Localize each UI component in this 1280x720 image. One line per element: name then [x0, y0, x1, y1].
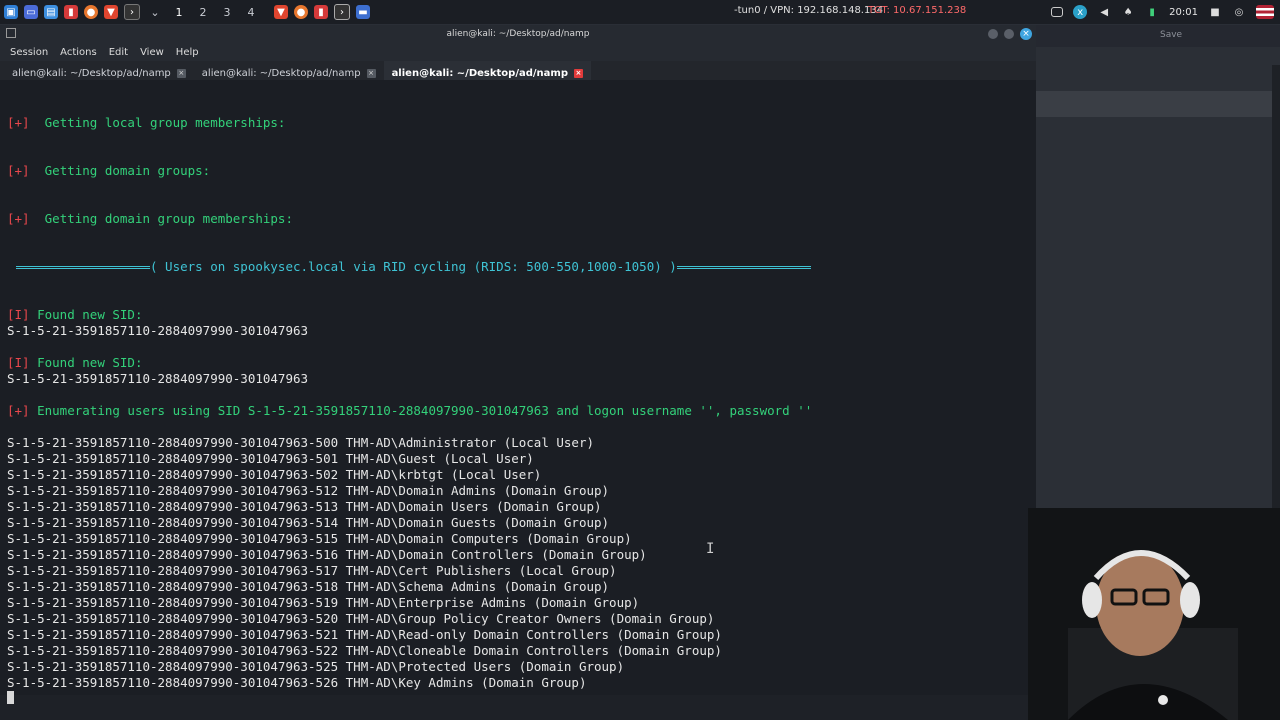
tab-close-icon[interactable]: ×	[573, 68, 583, 78]
banner-text: ( Users on spookysec.local via RID cycli…	[150, 259, 677, 274]
user-entry-line: S-1-5-21-3591857110-2884097990-301047963…	[7, 595, 640, 610]
output-line: [I] Found new SID:	[7, 307, 142, 323]
notification-bell-icon[interactable]: ♠	[1121, 5, 1135, 19]
menu-session[interactable]: Session	[10, 47, 48, 58]
firefox-icon[interactable]: ●	[84, 5, 98, 19]
user-entry-line: S-1-5-21-3591857110-2884097990-301047963…	[7, 643, 722, 658]
volume-icon[interactable]: ◀	[1097, 5, 1111, 19]
firefox-task-icon[interactable]: ●	[294, 5, 308, 19]
output-line: [+] Enumerating users using SID S-1-5-21…	[7, 403, 812, 419]
user-entry-line: S-1-5-21-3591857110-2884097990-301047963…	[7, 659, 625, 674]
user-entry-line: S-1-5-21-3591857110-2884097990-301047963…	[7, 531, 632, 546]
window-menu-icon[interactable]	[6, 28, 16, 38]
selected-row[interactable]	[1036, 91, 1274, 117]
workspace-2[interactable]: 2	[194, 6, 212, 19]
maximize-button[interactable]	[1004, 29, 1014, 39]
menu-actions[interactable]: Actions	[60, 47, 97, 58]
user-entry-line: S-1-5-21-3591857110-2884097990-301047963…	[7, 579, 610, 594]
desktop-icon[interactable]: ▭	[24, 5, 38, 19]
user-entry-line: S-1-5-21-3591857110-2884097990-301047963…	[7, 563, 617, 578]
streamer-webcam-image	[1028, 508, 1280, 720]
status-marker: [+]	[7, 163, 30, 178]
terminal-task-icon[interactable]: ›	[334, 4, 350, 20]
status-marker: [+]	[7, 211, 30, 226]
terminal-output[interactable]: [+] Getting local group memberships: [+]…	[0, 80, 1030, 695]
workspace-3[interactable]: 3	[218, 6, 236, 19]
window-titlebar[interactable]: alien@kali: ~/Desktop/ad/namp ×	[0, 25, 1036, 43]
enum-text: Enumerating users using SID S-1-5-21-359…	[37, 403, 813, 418]
user-entry-line: S-1-5-21-3591857110-2884097990-301047963…	[7, 467, 542, 482]
workspace-1[interactable]: 1	[170, 6, 188, 19]
files-icon[interactable]: ▤	[44, 5, 58, 19]
section-header: Getting domain groups:	[44, 163, 211, 178]
clock: 20:01	[1169, 6, 1198, 18]
terminal-icon[interactable]: ›	[124, 4, 140, 20]
minimize-button[interactable]	[988, 29, 998, 39]
menu-help[interactable]: Help	[176, 47, 199, 58]
user-entry-line: S-1-5-21-3591857110-2884097990-301047963…	[7, 611, 715, 626]
status-marker: [I]	[7, 355, 30, 370]
user-entry-line: S-1-5-21-3591857110-2884097990-301047963…	[7, 499, 602, 514]
xfce-icon[interactable]: x	[1073, 5, 1088, 19]
menu-edit[interactable]: Edit	[109, 47, 128, 58]
target-ip: TGT: 10.67.151.238	[868, 5, 967, 16]
terminal-cursor	[7, 691, 14, 704]
mouse-ibeam-icon: I	[706, 541, 715, 557]
user-entry-line: S-1-5-21-3591857110-2884097990-301047963…	[7, 547, 647, 562]
menu-bar: Session Actions Edit View Help	[0, 43, 1036, 61]
workspace-4[interactable]: 4	[242, 6, 260, 19]
tab-label: alien@kali: ~/Desktop/ad/namp	[391, 67, 568, 79]
vpn-status: -tun0 / VPN: 192.168.148.134	[734, 5, 884, 16]
folder-task-icon[interactable]: ▬	[356, 5, 370, 19]
top-taskbar: ▣ ▭ ▤ ▮ ● ▼ › ⌄ 1 2 3 4 ▼ ● ▮ › ▬ -tun0 …	[0, 0, 1280, 25]
pdf-task-icon[interactable]: ▮	[314, 5, 328, 19]
user-entry-line: S-1-5-21-3591857110-2884097990-301047963…	[7, 515, 610, 530]
status-marker: [+]	[7, 115, 30, 130]
battery-icon: ▮	[1149, 6, 1155, 18]
output-line: [+] Getting local group memberships:	[7, 115, 285, 131]
section-banner: ( Users on spookysec.local via RID cycli…	[16, 259, 811, 275]
output-line: [+] Getting domain group memberships:	[7, 211, 293, 227]
browser-icon[interactable]: ◎	[1232, 5, 1246, 19]
document-icon[interactable]: ▮	[64, 5, 78, 19]
status-marker: [+]	[7, 403, 30, 418]
user-entry-line: S-1-5-21-3591857110-2884097990-301047963…	[7, 675, 587, 690]
found-sid-label: Found new SID:	[37, 307, 143, 322]
user-entry-line: S-1-5-21-3591857110-2884097990-301047963…	[7, 483, 610, 498]
tab-label: alien@kali: ~/Desktop/ad/namp	[201, 67, 361, 79]
panel-toolbar: Save	[1036, 25, 1280, 47]
banner-rule	[676, 265, 811, 270]
brave-task-icon[interactable]: ▼	[274, 5, 288, 19]
user-entry-line: S-1-5-21-3591857110-2884097990-301047963…	[7, 627, 722, 642]
found-sid-label: Found new SID:	[37, 355, 143, 370]
status-marker: [I]	[7, 307, 30, 322]
brave-icon[interactable]: ▼	[104, 5, 118, 19]
tab-label: alien@kali: ~/Desktop/ad/namp	[12, 67, 171, 79]
section-header: Getting local group memberships:	[44, 115, 286, 130]
sid-line: S-1-5-21-3591857110-2884097990-301047963	[7, 371, 309, 386]
user-entry-line: S-1-5-21-3591857110-2884097990-301047963…	[7, 435, 594, 450]
flag-icon[interactable]	[1256, 5, 1274, 19]
kali-menu-icon[interactable]: ▣	[4, 5, 18, 19]
tab-close-icon[interactable]: ×	[176, 68, 186, 78]
output-line: [I] Found new SID:	[7, 355, 142, 371]
workspace-switcher-chevron-icon[interactable]: ⌄	[146, 6, 164, 19]
menu-view[interactable]: View	[140, 47, 164, 58]
banner-rule	[16, 265, 150, 270]
save-button[interactable]: Save	[1160, 30, 1182, 40]
webcam-overlay	[1028, 508, 1280, 720]
output-line: [+] Getting domain groups:	[7, 163, 210, 179]
screen-icon[interactable]	[1051, 7, 1064, 17]
close-button[interactable]: ×	[1020, 28, 1032, 40]
section-header: Getting domain group memberships:	[44, 211, 293, 226]
window-title: alien@kali: ~/Desktop/ad/namp	[446, 29, 590, 39]
user-entry-line: S-1-5-21-3591857110-2884097990-301047963…	[7, 451, 534, 466]
lock-icon[interactable]: ■	[1208, 5, 1222, 19]
tab-close-icon[interactable]: ×	[366, 68, 376, 78]
sid-line: S-1-5-21-3591857110-2884097990-301047963	[7, 323, 309, 338]
